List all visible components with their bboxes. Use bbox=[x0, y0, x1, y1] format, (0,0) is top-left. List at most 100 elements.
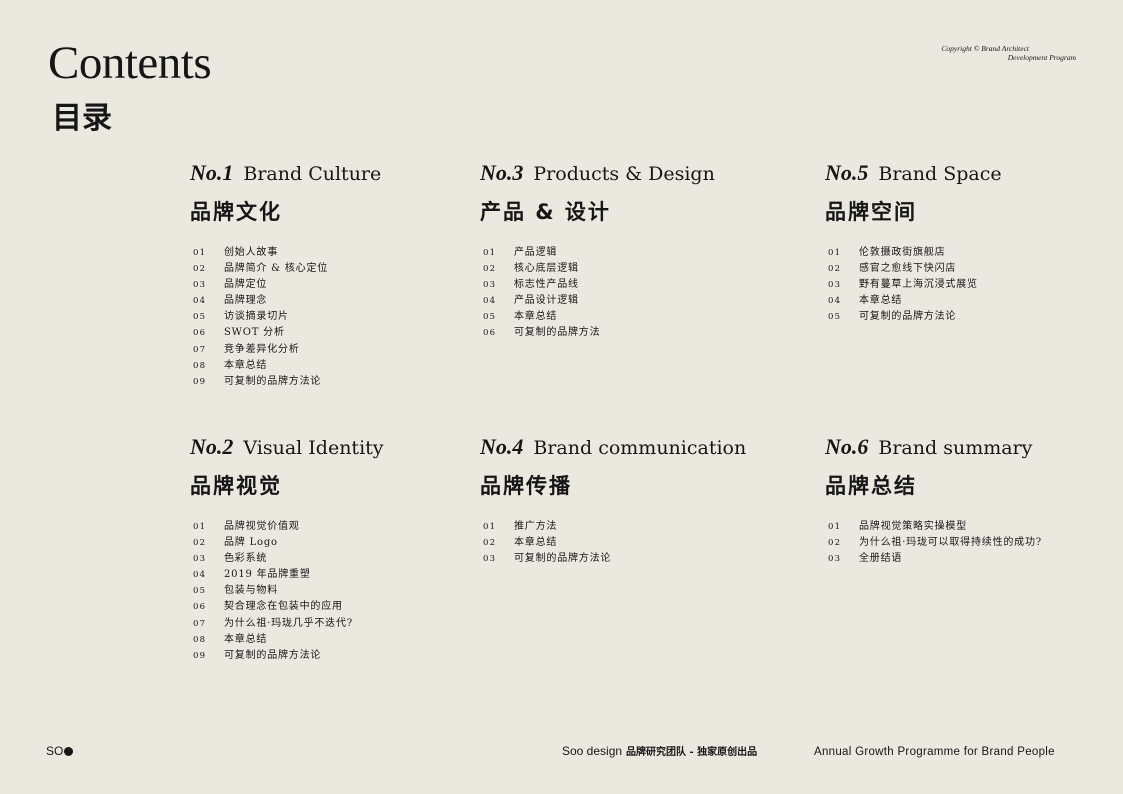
item-label: 可复制的品牌方法论 bbox=[224, 649, 322, 661]
logo-dot-icon bbox=[64, 746, 74, 756]
list-item[interactable]: 07 为什么祖·玛珑几乎不迭代? bbox=[193, 616, 490, 632]
list-item[interactable]: 04 本章总结 bbox=[828, 293, 1123, 309]
toc-section: No.5 Brand Space 品牌空间 01 伦敦摄政街旗舰店 02 感官之愈线下快闪店… bbox=[825, 162, 1123, 325]
section-heading: No.1 Brand Culture bbox=[190, 162, 490, 184]
item-label: 推广方法 bbox=[514, 521, 558, 532]
list-item[interactable]: 05 访谈摘录切片 bbox=[193, 309, 490, 325]
item-number: 09 bbox=[193, 650, 207, 661]
item-label: 为什么祖·玛珑几乎不迭代? bbox=[224, 617, 353, 629]
section-title-zh: 品牌传播 bbox=[480, 474, 572, 498]
item-label: SWOT 分析 bbox=[224, 327, 285, 339]
list-item[interactable]: 08 本章总结 bbox=[193, 358, 490, 374]
item-label: 创始人故事 bbox=[224, 247, 278, 258]
list-item[interactable]: 08 本章总结 bbox=[193, 632, 490, 648]
item-number: 04 bbox=[193, 296, 207, 307]
section-number: No.2 bbox=[190, 434, 234, 459]
item-label: 本章总结 bbox=[514, 311, 558, 323]
section-title-zh: 产品 & 设计 bbox=[480, 200, 611, 224]
item-number: 08 bbox=[193, 634, 207, 645]
list-item[interactable]: 02 本章总结 bbox=[483, 535, 780, 551]
logo-text: SO bbox=[46, 744, 64, 758]
section-heading: No.4 Brand communication bbox=[480, 436, 780, 458]
list-item[interactable]: 09 可复制的品牌方法论 bbox=[193, 648, 490, 664]
list-item[interactable]: 03 色彩系统 bbox=[193, 551, 490, 567]
list-item[interactable]: 04 2019 年品牌重塑 bbox=[193, 567, 490, 583]
item-number: 03 bbox=[828, 554, 842, 565]
item-number: 02 bbox=[193, 264, 207, 275]
list-item[interactable]: 01 伦敦摄政街旗舰店 bbox=[828, 245, 1123, 261]
list-item[interactable]: 03 可复制的品牌方法论 bbox=[483, 551, 780, 567]
section-title-zh: 品牌总结 bbox=[825, 474, 917, 498]
item-label: 全册结语 bbox=[859, 553, 903, 565]
item-number: 02 bbox=[483, 538, 497, 549]
item-label: 访谈摘录切片 bbox=[224, 311, 289, 323]
toc-section: No.4 Brand communication 品牌传播 01 推广方法 02 本章总结 0… bbox=[480, 436, 780, 567]
section-number: No.3 bbox=[480, 160, 524, 185]
section-title-zh: 品牌文化 bbox=[190, 200, 282, 224]
toc-section: No.3 Products & Design 产品 & 设计 01 产品逻辑 02 核心底层… bbox=[480, 162, 780, 342]
section-title: Brand communication bbox=[533, 437, 747, 459]
list-item[interactable]: 01 品牌视觉策略实操模型 bbox=[828, 519, 1123, 535]
item-label: 产品逻辑 bbox=[514, 247, 558, 258]
list-item[interactable]: 06 SWOT 分析 bbox=[193, 325, 490, 341]
logo: SO bbox=[46, 744, 74, 758]
item-label: 品牌 Logo bbox=[224, 537, 278, 549]
item-label: 标志性产品线 bbox=[514, 279, 579, 291]
item-number: 05 bbox=[193, 586, 207, 597]
list-item[interactable]: 03 全册结语 bbox=[828, 551, 1123, 567]
list-item[interactable]: 02 感官之愈线下快闪店 bbox=[828, 261, 1123, 277]
list-item[interactable]: 02 品牌 Logo bbox=[193, 535, 490, 551]
item-label: 野有蔓草上海沉浸式展览 bbox=[859, 279, 978, 291]
list-item[interactable]: 03 标志性产品线 bbox=[483, 277, 780, 293]
copyright-line-1: Copyright © Brand Architect bbox=[941, 44, 1029, 53]
section-heading: No.5 Brand Space bbox=[825, 162, 1123, 184]
list-item[interactable]: 09 可复制的品牌方法论 bbox=[193, 374, 490, 390]
item-number: 03 bbox=[828, 280, 842, 291]
list-item[interactable]: 07 竞争差异化分析 bbox=[193, 342, 490, 358]
list-item[interactable]: 05 可复制的品牌方法论 bbox=[828, 309, 1123, 325]
item-label: 契合理念在包装中的应用 bbox=[224, 601, 343, 613]
item-number: 04 bbox=[483, 296, 497, 307]
list-item[interactable]: 01 创始人故事 bbox=[193, 245, 490, 261]
section-item-list: 01 伦敦摄政街旗舰店 02 感官之愈线下快闪店 03 野有蔓草上海沉浸式展览 04 本章总结… bbox=[825, 245, 1123, 325]
item-label: 品牌视觉价值观 bbox=[224, 521, 300, 532]
toc-section: No.1 Brand Culture 品牌文化 01 创始人故事 02 品牌简介 & 核心定… bbox=[190, 162, 490, 390]
list-item[interactable]: 03 野有蔓草上海沉浸式展览 bbox=[828, 277, 1123, 293]
item-label: 色彩系统 bbox=[224, 553, 268, 565]
item-number: 08 bbox=[193, 360, 207, 371]
item-label: 包装与物料 bbox=[224, 585, 278, 597]
list-item[interactable]: 02 核心底层逻辑 bbox=[483, 261, 780, 277]
item-number: 02 bbox=[483, 264, 497, 275]
list-item[interactable]: 01 产品逻辑 bbox=[483, 245, 780, 261]
list-item[interactable]: 05 包装与物料 bbox=[193, 583, 490, 599]
item-number: 04 bbox=[828, 296, 842, 307]
list-item[interactable]: 02 为什么祖·玛珑可以取得持续性的成功? bbox=[828, 535, 1123, 551]
list-item[interactable]: 06 可复制的品牌方法 bbox=[483, 325, 780, 341]
item-label: 产品设计逻辑 bbox=[514, 295, 579, 307]
item-number: 05 bbox=[483, 312, 497, 323]
list-item[interactable]: 01 推广方法 bbox=[483, 519, 780, 535]
section-item-list: 01 品牌视觉价值观 02 品牌 Logo 03 色彩系统 04 2019 年品牌重塑 05 包装… bbox=[190, 519, 490, 664]
list-item[interactable]: 01 品牌视觉价值观 bbox=[193, 519, 490, 535]
section-item-list: 01 品牌视觉策略实操模型 02 为什么祖·玛珑可以取得持续性的成功? 03 全册结语 bbox=[825, 519, 1123, 567]
section-title: Brand summary bbox=[878, 437, 1033, 459]
item-number: 07 bbox=[193, 344, 207, 355]
item-label: 可复制的品牌方法论 bbox=[514, 553, 612, 565]
list-item[interactable]: 02 品牌简介 & 核心定位 bbox=[193, 261, 490, 277]
list-item[interactable]: 06 契合理念在包装中的应用 bbox=[193, 599, 490, 615]
item-label: 本章总结 bbox=[224, 359, 268, 371]
list-item[interactable]: 04 品牌理念 bbox=[193, 293, 490, 309]
item-number: 03 bbox=[193, 280, 207, 291]
item-label: 可复制的品牌方法 bbox=[514, 327, 601, 339]
footer-tagline: Annual Growth Programme for Brand People bbox=[814, 746, 1055, 758]
footer-credit-zh: 品牌研究团队 - 独家原创出品 bbox=[626, 747, 758, 758]
list-item[interactable]: 04 产品设计逻辑 bbox=[483, 293, 780, 309]
section-item-list: 01 推广方法 02 本章总结 03 可复制的品牌方法论 bbox=[480, 519, 780, 567]
list-item[interactable]: 03 品牌定位 bbox=[193, 277, 490, 293]
copyright-note: Copyright © Brand Architect Development … bbox=[896, 44, 1076, 62]
item-number: 06 bbox=[193, 602, 207, 613]
item-label: 2019 年品牌重塑 bbox=[224, 569, 311, 581]
item-label: 为什么祖·玛珑可以取得持续性的成功? bbox=[859, 537, 1042, 549]
list-item[interactable]: 05 本章总结 bbox=[483, 309, 780, 325]
page-title: Contents bbox=[48, 37, 212, 89]
